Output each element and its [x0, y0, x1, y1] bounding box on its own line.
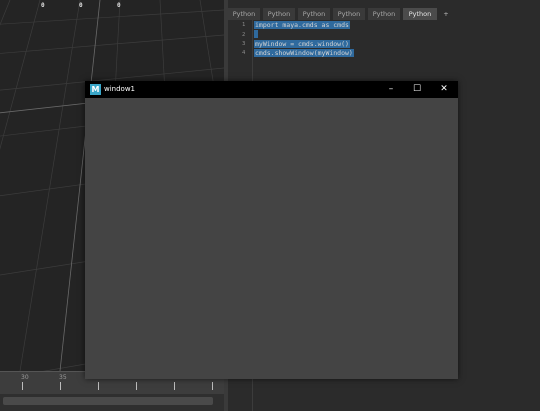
tab-python[interactable]: Python: [263, 8, 295, 20]
close-button[interactable]: ✕: [432, 81, 456, 98]
tab-python[interactable]: Python: [333, 8, 365, 20]
line-number: 4: [242, 50, 246, 56]
code-line[interactable]: [254, 30, 258, 38]
code-line[interactable]: import maya.cmds as cmds: [254, 21, 350, 29]
hud-value: 0: [79, 2, 83, 9]
time-tick: [136, 382, 137, 390]
tab-python[interactable]: Python: [298, 8, 330, 20]
maya-window[interactable]: M window1 – ☐ ✕: [85, 81, 458, 379]
time-tick: [174, 382, 175, 390]
time-tick: [22, 382, 23, 390]
time-tick: [98, 382, 99, 390]
window-titlebar[interactable]: M window1 – ☐ ✕: [85, 81, 458, 98]
range-slider-handle[interactable]: [3, 397, 213, 405]
time-tick: [60, 382, 61, 390]
window-title: window1: [104, 85, 136, 93]
line-number: 3: [242, 41, 246, 47]
maya-icon: M: [90, 84, 101, 95]
tab-python[interactable]: Python: [228, 8, 260, 20]
time-tick-label: 30: [21, 374, 29, 381]
minimize-button[interactable]: –: [379, 81, 403, 98]
viewport-hud: 0 0 0: [0, 2, 224, 12]
code-line[interactable]: myWindow = cmds.window(): [254, 40, 350, 48]
range-slider[interactable]: [0, 394, 224, 411]
time-tick-label: 35: [59, 374, 67, 381]
tab-python[interactable]: Python: [368, 8, 400, 20]
tab-python-active[interactable]: Python: [403, 8, 437, 20]
hud-value: 0: [41, 2, 45, 9]
window-content: [85, 98, 458, 379]
script-tabs: Python Python Python Python Python Pytho…: [228, 8, 540, 20]
maximize-button[interactable]: ☐: [405, 81, 429, 98]
line-number: 1: [242, 22, 246, 28]
add-tab-button[interactable]: +: [439, 8, 453, 20]
line-number: 2: [242, 32, 246, 38]
code-line[interactable]: cmds.showWindow(myWindow): [254, 49, 354, 57]
time-tick: [212, 382, 213, 390]
hud-value: 0: [117, 2, 121, 9]
